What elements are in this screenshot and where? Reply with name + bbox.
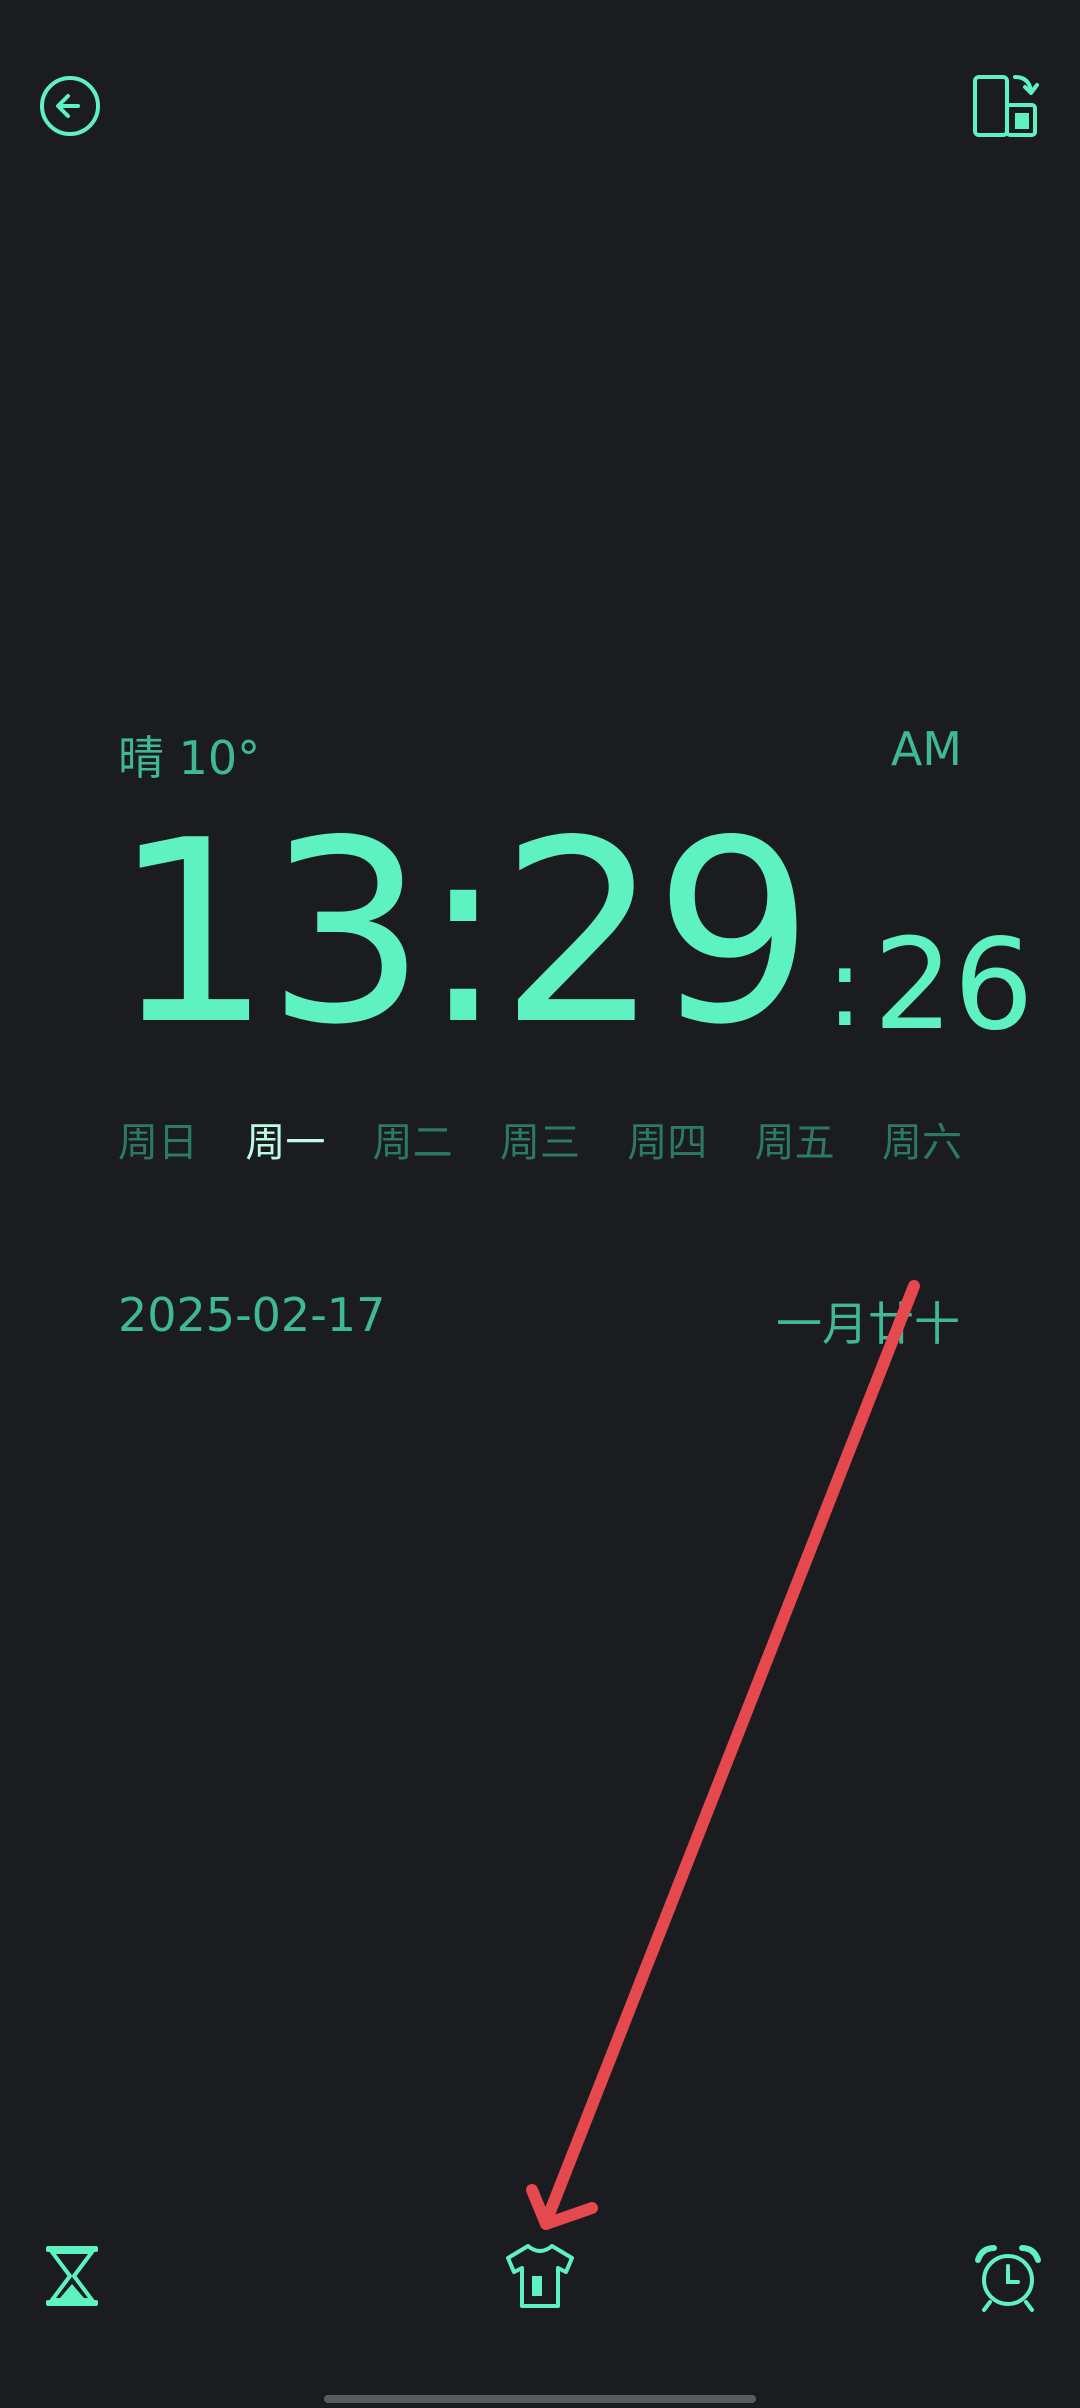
home-indicator[interactable] [324, 2395, 756, 2403]
theme-button[interactable] [500, 2240, 580, 2312]
alarm-button[interactable] [968, 2240, 1048, 2316]
weekday-tue: 周二 [372, 1120, 453, 1166]
weather-label: 晴 10° [118, 731, 261, 785]
weekday-sun: 周日 [118, 1120, 198, 1166]
alarm-clock-icon [975, 2245, 1041, 2312]
annotation-arrow [526, 1280, 920, 2230]
hourglass-icon [46, 2246, 98, 2306]
arrow-left-circle-icon [40, 76, 100, 136]
rotate-screen-button[interactable] [968, 68, 1044, 144]
lunar-date-label: 一月廿十 [776, 1297, 960, 1351]
timer-button[interactable] [36, 2240, 108, 2312]
clock-hours-minutes: 13:29 [112, 787, 814, 1080]
weekday-wed: 周三 [499, 1120, 580, 1166]
weekday-sat: 周六 [881, 1120, 962, 1166]
ampm-label: AM [890, 722, 962, 776]
weekday-row: 周日 周一 周二 周三 周四 周五 周六 [118, 1110, 962, 1168]
date-label: 2025-02-17 [118, 1288, 386, 1342]
screen-rotate-icon [973, 75, 1039, 137]
weekday-mon: 周一 [245, 1120, 326, 1166]
digital-clock: 13:29 : 26 [112, 808, 1034, 1060]
back-button[interactable] [34, 70, 106, 142]
weekday-fri: 周五 [754, 1120, 835, 1166]
clock-seconds: 26 [873, 911, 1034, 1058]
clock-seconds-separator: : [826, 923, 864, 1051]
weekday-thu: 周四 [627, 1120, 708, 1166]
tshirt-icon [506, 2244, 574, 2308]
